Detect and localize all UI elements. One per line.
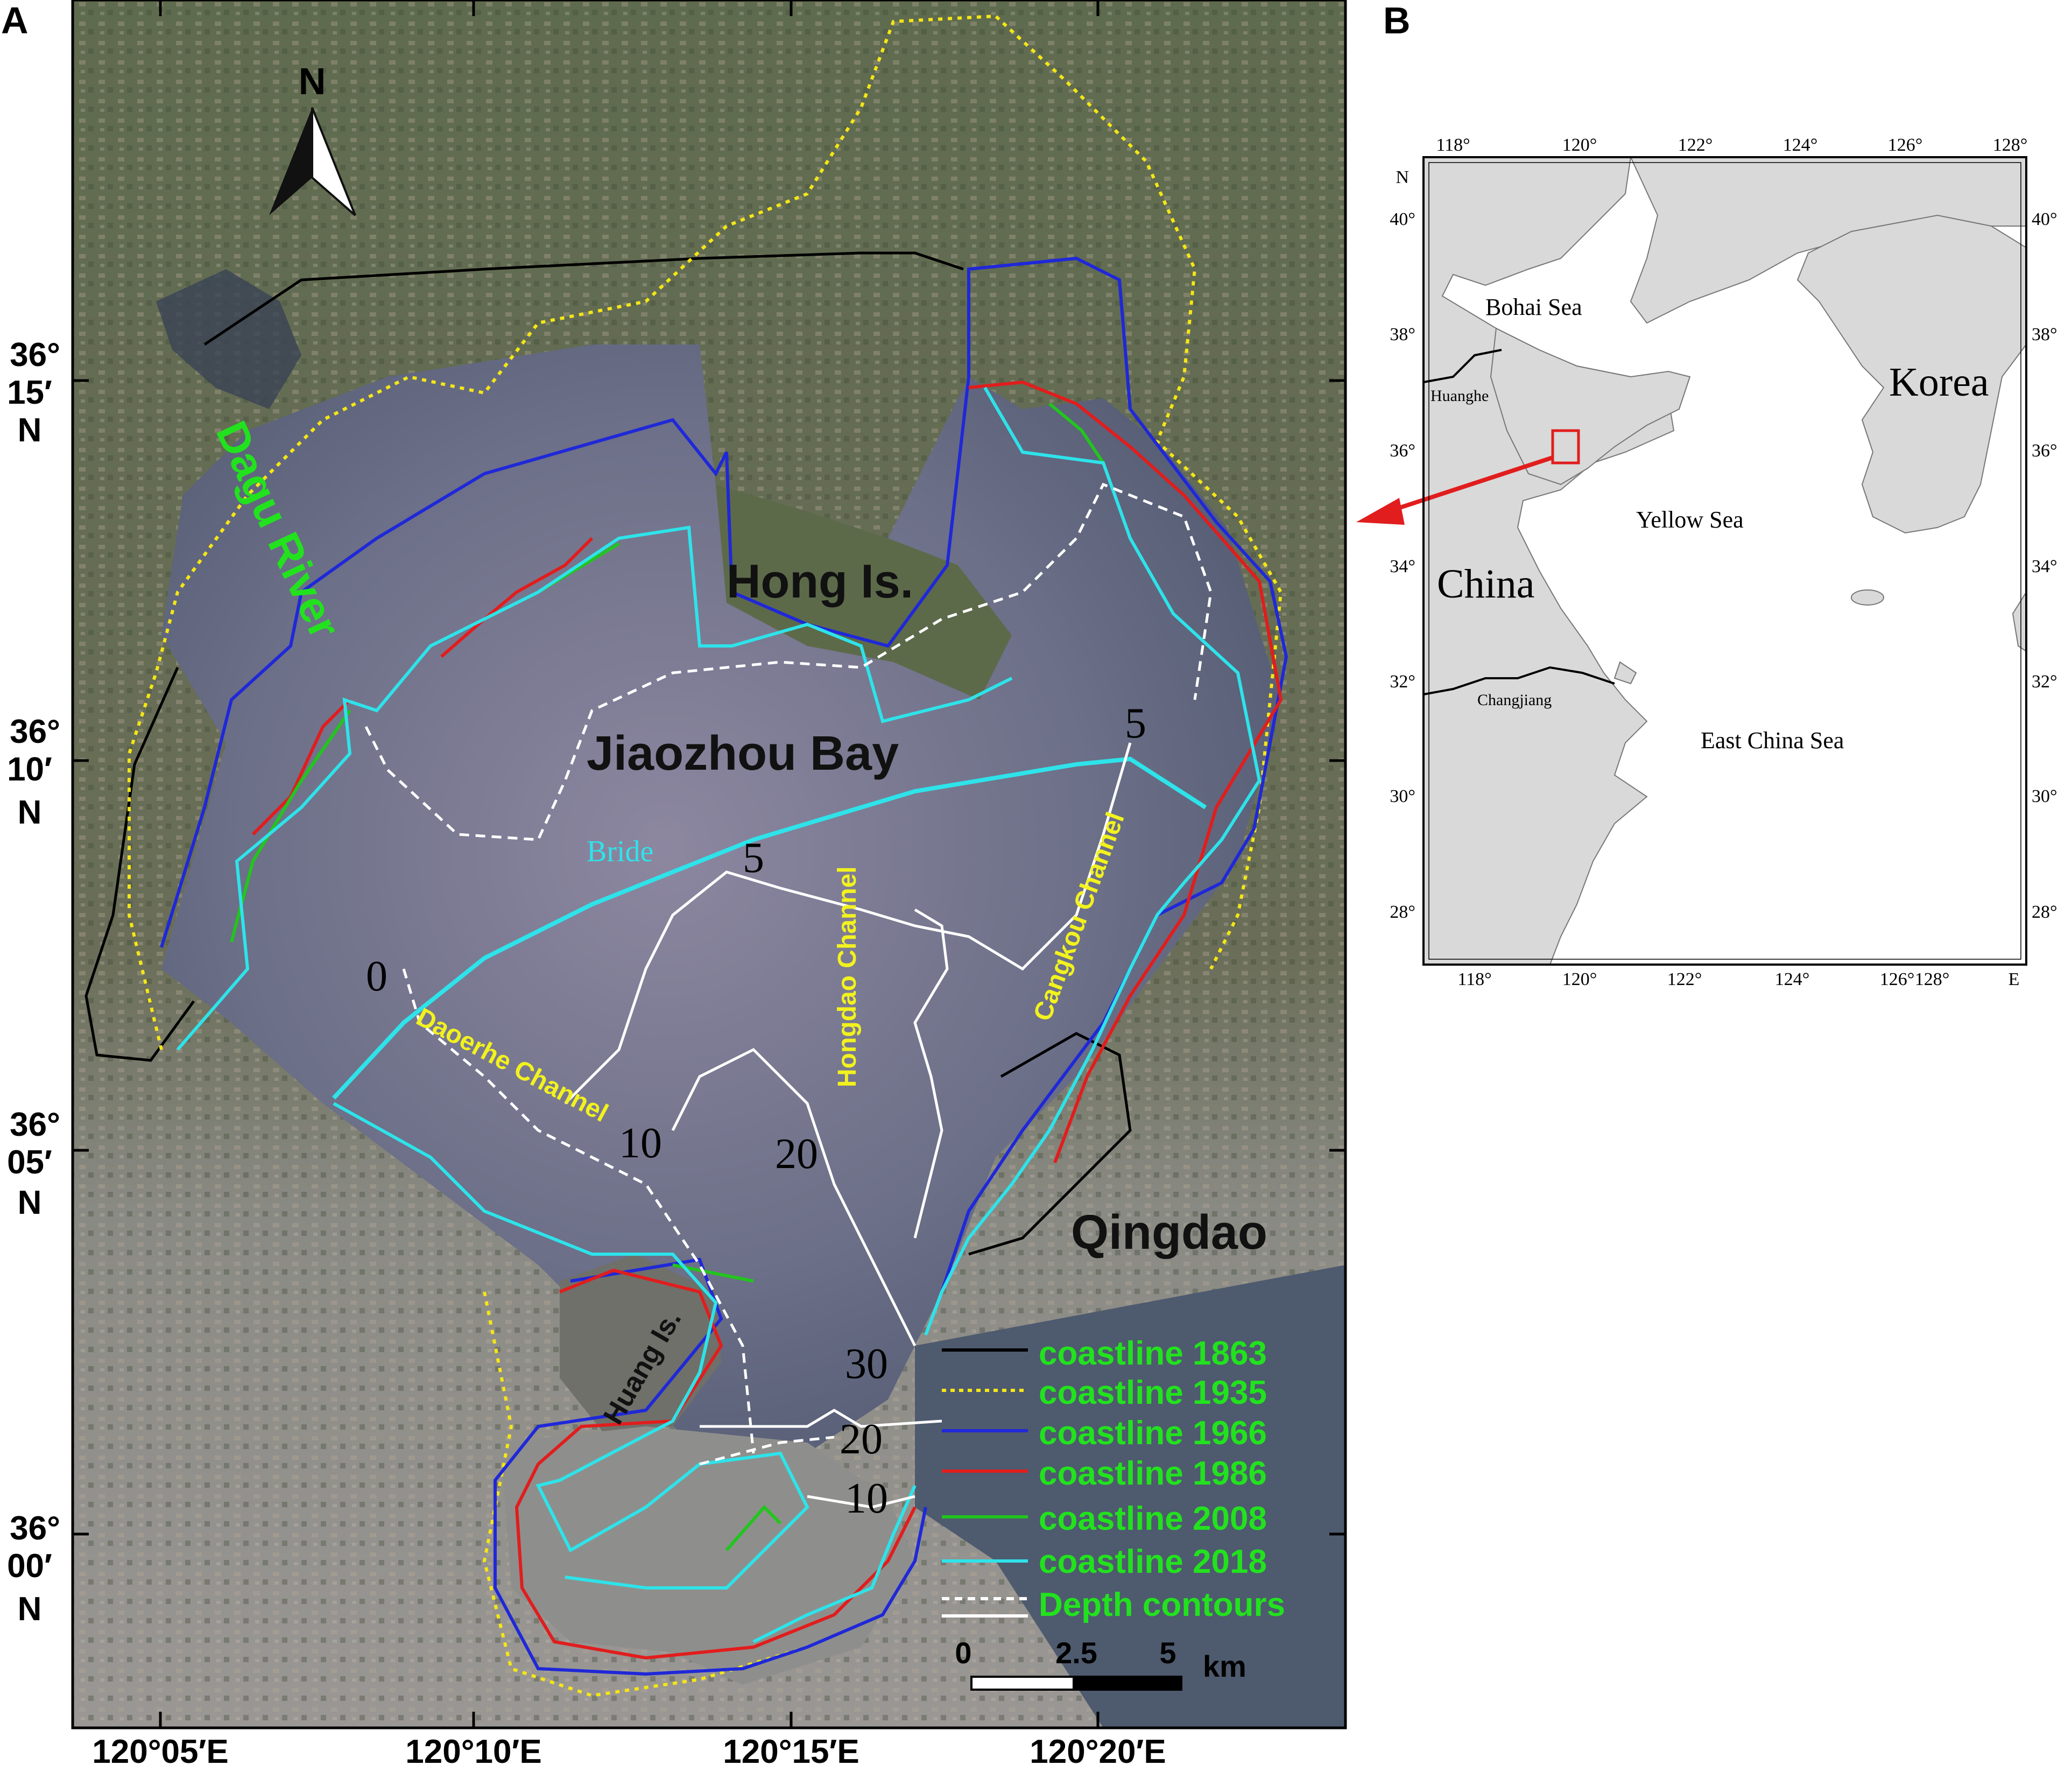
- jiaozhou-bay-label: Jiaozhou Bay: [587, 727, 899, 780]
- top-lon-label: 126°: [1888, 135, 1923, 155]
- lat-min: 00′: [7, 1548, 52, 1585]
- lat-min: 10′: [7, 751, 52, 788]
- qingdao-label: Qingdao: [1071, 1206, 1267, 1260]
- changjiang-label: Changjiang: [1477, 691, 1552, 709]
- corner-n-label: N: [1396, 167, 1409, 187]
- right-lat-label: 32°: [2032, 672, 2057, 692]
- bottom-lon-label: 118°: [1457, 969, 1491, 989]
- lon-label: 120°20′E: [1030, 1733, 1166, 1770]
- legend-label-1863: coastline 1863: [1039, 1335, 1267, 1372]
- right-lat-label: 28°: [2032, 902, 2057, 922]
- lat-hemi: N: [18, 1591, 42, 1628]
- panel-a-map: N Dagu River Hong Is. Jiaozhou Bay Bride…: [7, 0, 1347, 1770]
- top-lon-label: 118°: [1436, 135, 1470, 155]
- scale-tick-label: 0: [955, 1636, 971, 1670]
- scale-tick-label: 5: [1159, 1636, 1176, 1670]
- scale-tick-label: 2.5: [1055, 1636, 1097, 1670]
- bottom-lon-label: 120°: [1562, 969, 1597, 989]
- depth-label: 5: [1125, 700, 1146, 747]
- top-lon-label: 124°: [1783, 135, 1818, 155]
- lat-hemi: N: [18, 794, 42, 831]
- panel-a-letter: A: [1, 0, 29, 41]
- depth-label: 20: [775, 1130, 818, 1178]
- left-lat-label: 28°: [1390, 902, 1415, 922]
- depth-label: 0: [366, 953, 387, 1000]
- lat-min: 05′: [7, 1144, 52, 1181]
- left-lat-label: 36°: [1390, 441, 1415, 461]
- top-lon-label: 128°: [1993, 135, 2028, 155]
- east-china-sea-label: East China Sea: [1701, 727, 1844, 754]
- right-lat-label: 36°: [2032, 441, 2057, 461]
- legend-label-2018: coastline 2018: [1039, 1543, 1267, 1580]
- lat-hemi: N: [18, 1184, 42, 1221]
- left-lat-label: 32°: [1390, 672, 1415, 692]
- lat-deg: 36°: [10, 1106, 60, 1143]
- corner-e-label: E: [2008, 969, 2020, 989]
- depth-label: 10: [619, 1120, 662, 1167]
- lon-label: 120°10′E: [405, 1733, 541, 1770]
- right-lat-label: 34°: [2032, 557, 2057, 576]
- legend-label-1986: coastline 1986: [1039, 1455, 1267, 1492]
- huanghe-label: Huanghe: [1430, 387, 1489, 405]
- bridge-label: Bride: [587, 835, 653, 868]
- scale-unit-label: km: [1203, 1649, 1246, 1683]
- bottom-lon-label: 128°: [1915, 969, 1950, 989]
- lat-deg: 36°: [10, 336, 60, 374]
- legend-label-2008: coastline 2008: [1039, 1500, 1267, 1537]
- depth-label: 30: [845, 1340, 888, 1388]
- figure: N Dagu River Hong Is. Jiaozhou Bay Bride…: [1, 0, 2057, 1770]
- lat-hemi: N: [18, 412, 42, 449]
- depth-label: 20: [840, 1416, 883, 1463]
- left-lat-label: 34°: [1390, 557, 1415, 576]
- right-lat-label: 40°: [2032, 209, 2057, 229]
- jeju-island: [1851, 589, 1884, 606]
- depth-label: 10: [845, 1475, 888, 1522]
- depth-label: 5: [743, 834, 764, 882]
- right-lat-label: 38°: [2032, 325, 2057, 344]
- north-label: N: [299, 60, 326, 102]
- left-lat-label: 40°: [1390, 209, 1415, 229]
- hongdao-channel-label: Hongdao Channel: [833, 866, 862, 1087]
- bottom-lon-label: 126°: [1880, 969, 1915, 989]
- locator-arrow-head-icon: [1356, 498, 1405, 525]
- right-lat-label: 30°: [2032, 786, 2057, 806]
- hong-island-label: Hong Is.: [727, 554, 913, 608]
- top-lon-label: 122°: [1678, 135, 1713, 155]
- left-lat-label: 30°: [1390, 786, 1415, 806]
- lat-deg: 36°: [10, 1510, 60, 1547]
- legend-label-1966: coastline 1966: [1039, 1415, 1267, 1452]
- bottom-lon-label: 122°: [1667, 969, 1702, 989]
- scale-segment-white: [970, 1676, 1075, 1691]
- panel-b-letter: B: [1383, 0, 1411, 41]
- scale-segment-black: [1073, 1676, 1182, 1691]
- lat-deg: 36°: [10, 713, 60, 750]
- left-lat-label: 38°: [1390, 325, 1415, 344]
- legend-label-depth: Depth contours: [1039, 1586, 1285, 1623]
- bottom-lon-label: 124°: [1775, 969, 1810, 989]
- legend-label-1935: coastline 1935: [1039, 1374, 1267, 1411]
- lon-label: 120°05′E: [92, 1733, 228, 1770]
- bohai-sea-label: Bohai Sea: [1485, 294, 1582, 320]
- korea-label: Korea: [1889, 360, 1989, 405]
- china-label: China: [1437, 561, 1535, 607]
- top-lon-label: 120°: [1562, 135, 1597, 155]
- lat-min: 15′: [7, 374, 52, 411]
- lon-label: 120°15′E: [723, 1733, 859, 1770]
- yellow-sea-label: Yellow Sea: [1636, 507, 1744, 533]
- panel-b-map: Bohai Sea Huanghe Korea Yellow Sea China…: [1356, 135, 2057, 989]
